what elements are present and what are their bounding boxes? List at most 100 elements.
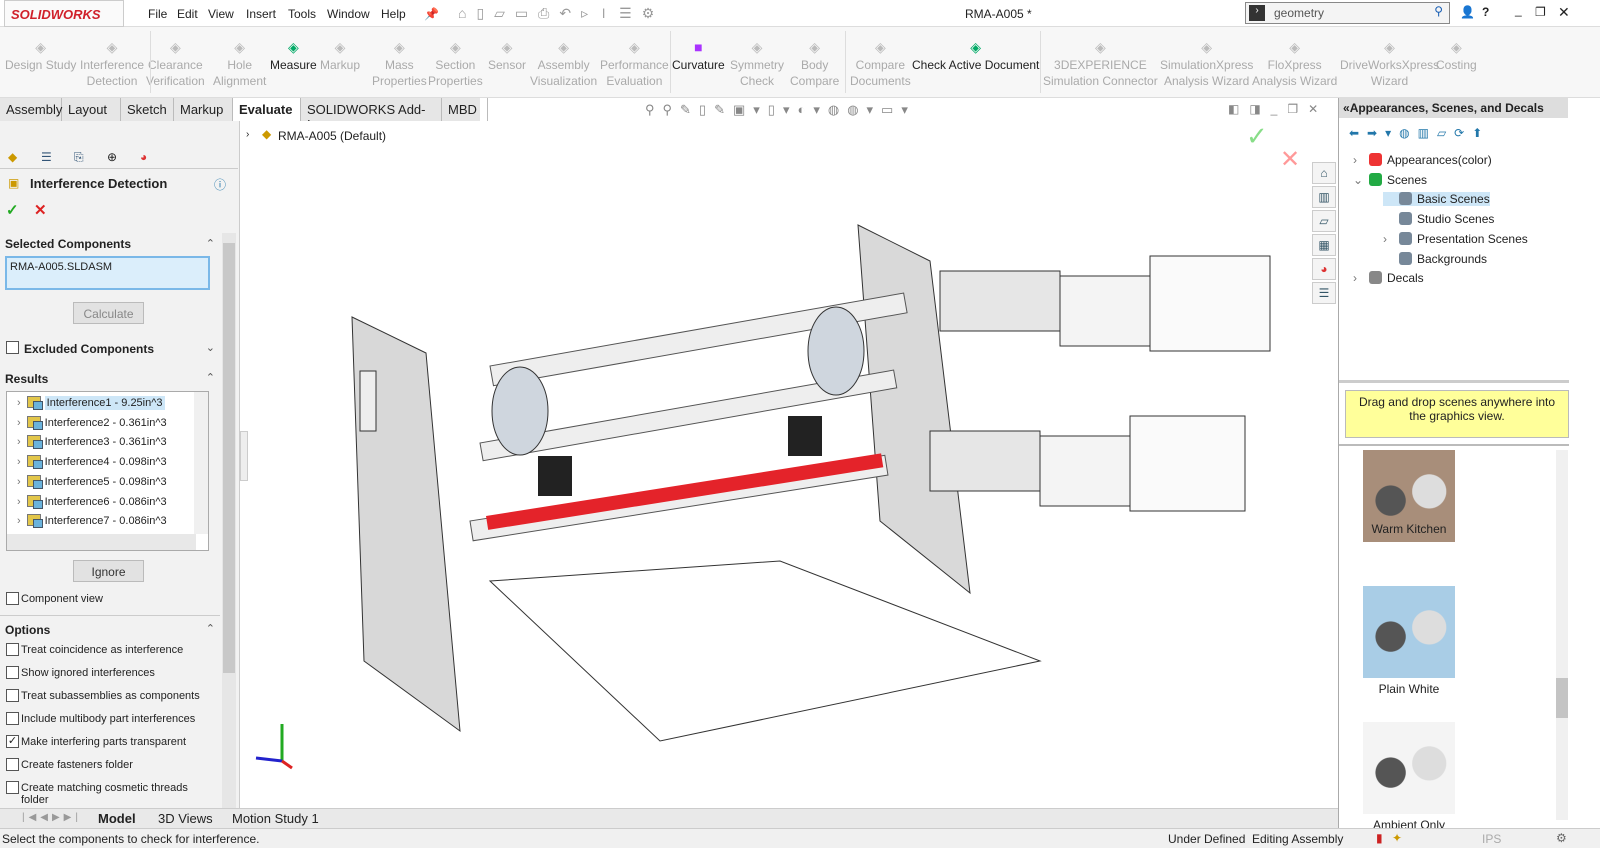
search-icon[interactable]: ⚲ [1434,4,1443,18]
assembly-model[interactable] [240,121,1310,808]
help-icon[interactable]: ⓘ [214,176,226,193]
toolbar-button-compare[interactable]: ◈ Compare Documents [850,39,911,89]
toolbar-button-simulationxpress[interactable]: ◈ SimulationXpress Analysis Wizard [1160,39,1253,89]
component-view-checkbox[interactable] [6,592,19,605]
design-library-icon[interactable]: ▥ [1312,186,1336,208]
result-item[interactable]: › Interference1 - 9.25in^3 [7,393,197,413]
user-icon[interactable]: 👤 [1460,5,1475,19]
panel-scrollbar[interactable] [222,233,236,808]
tab-scroll-arrows[interactable]: |◀◀▶▶| [22,812,82,823]
expand-icon[interactable]: › [17,515,21,527]
customize-icon[interactable]: ⚙ [1556,831,1567,845]
configuration-tab-icon[interactable]: ⎘ [74,150,84,165]
menu-view[interactable]: View [208,7,234,21]
expand-icon[interactable]: › [1353,153,1369,167]
toolbar-button-3dexperience[interactable]: ◈ 3DEXPERIENCE Simulation Connector [1043,39,1158,89]
option-checkbox[interactable] [6,758,19,771]
toolbar-button-floxpress[interactable]: ◈ FloXpress Analysis Wizard [1252,39,1337,89]
expand-icon[interactable]: › [17,397,21,409]
toolbar-button-sensor[interactable]: ◈ Sensor [488,39,526,73]
expand-icon[interactable]: › [17,456,21,468]
toolbar-button-mass[interactable]: ◈ Mass Properties [372,39,427,89]
tab-sketch[interactable]: Sketch [121,98,174,121]
toolbar-button-symmetry[interactable]: ◈ Symmetry Check [730,39,784,89]
property-manager-tab-icon[interactable]: ☰ [41,150,52,164]
toolbar-button-section[interactable]: ◈ Section Properties [428,39,483,89]
selected-component[interactable]: RMA-A005.SLDASM [10,261,112,273]
minimize-button[interactable]: _ [1515,3,1522,17]
tab-markup[interactable]: Markup [174,98,233,121]
tab-evaluate[interactable]: Evaluate [233,98,301,121]
option-checkbox[interactable] [6,689,19,702]
cancel-button[interactable]: ✕ [34,201,47,219]
toolbar-button-hole[interactable]: ◈ Hole Alignment [213,39,266,89]
option-checkbox[interactable] [6,712,19,725]
tree-item-backgrounds[interactable]: Backgrounds [1383,251,1487,266]
tab-model[interactable]: Model [98,811,136,826]
result-item[interactable]: › Interference7 - 0.086in^3 [7,511,197,531]
graphics-area[interactable]: › ◆ RMA-A005 (Default) ✓ ✕ [240,121,1310,808]
menu-help[interactable]: Help [381,7,406,21]
result-item[interactable]: › Interference3 - 0.361in^3 [7,432,197,452]
view-palette-icon[interactable]: ▦ [1312,234,1336,256]
custom-properties-icon[interactable]: ☰ [1312,282,1336,304]
tab-layout[interactable]: Layout [62,98,121,121]
menu-edit[interactable]: Edit [177,7,198,21]
expand-icon[interactable]: ⌄ [206,341,215,354]
scene-thumbnail-2[interactable] [1363,722,1455,814]
panel-splitter[interactable] [240,431,248,481]
restore-button[interactable]: ❐ [1535,5,1546,19]
tree-item-scenes[interactable]: ⌄ Scenes [1353,172,1427,187]
solidworks-logo[interactable]: SOLIDWORKS [4,0,124,27]
collapse-icon[interactable]: ⌃ [206,237,215,250]
option-checkbox[interactable] [6,781,19,794]
tab-solidworks-add-ins[interactable]: SOLIDWORKS Add-Ins [301,98,442,132]
expand-icon[interactable]: › [17,496,21,508]
menu-file[interactable]: File [148,7,167,21]
result-item[interactable]: › Interference2 - 0.361in^3 [7,413,197,433]
toolbar-button-body[interactable]: ◈ Body Compare [790,39,839,89]
collapse-icon[interactable]: ⌃ [206,371,215,384]
tab-assembly[interactable]: Assembly [0,98,62,121]
selected-components-header[interactable]: Selected Components [5,237,131,251]
appearances-icon[interactable]: ◕ [1312,258,1336,280]
pin-icon[interactable]: 📌 [424,7,439,21]
tree-item-appearances-color-[interactable]: › Appearances(color) [1353,153,1492,167]
excluded-components-checkbox[interactable] [6,341,19,354]
results-hscrollbar[interactable] [7,534,196,550]
result-item[interactable]: › Interference4 - 0.098in^3 [7,452,197,472]
toolbar-button-performance[interactable]: ◈ Performance Evaluation [600,39,669,89]
tab-mbd[interactable]: MBD [442,98,488,121]
toolbar-button-clearance[interactable]: ◈ Clearance Verification [146,39,205,89]
file-explorer-icon[interactable]: ▱ [1312,210,1336,232]
toolbar-button-assembly[interactable]: ◈ Assembly Visualization [530,39,597,89]
rebuild-icon[interactable]: ▮ [1376,831,1383,845]
viewport-window-controls[interactable]: ◧◨_❐✕ [1228,102,1328,116]
option-checkbox[interactable] [6,643,19,656]
divider[interactable] [1339,380,1569,383]
expand-icon[interactable]: › [1353,271,1369,285]
ok-button[interactable]: ✓ [6,201,19,219]
display-manager-tab-icon[interactable]: ◕ [140,150,147,164]
tree-item-studio-scenes[interactable]: Studio Scenes [1383,212,1494,226]
dimxpert-tab-icon[interactable]: ⊕ [107,150,117,164]
results-list[interactable]: › Interference1 - 9.25in^3 › Interference2 … [6,391,209,551]
expand-icon[interactable]: › [17,417,21,429]
menu-window[interactable]: Window [327,7,370,21]
collaboration-icon[interactable]: ✦ [1392,831,1402,845]
toolbar-button-interference[interactable]: ◈ Interference Detection [80,39,144,89]
divider[interactable] [1339,444,1569,446]
options-header[interactable]: Options [5,623,50,637]
toolbar-button-costing[interactable]: ◈ Costing [1436,39,1477,73]
toolbar-button-check-active-document[interactable]: ◈ Check Active Document [912,39,1039,73]
search-input[interactable]: › geometry ⚲ [1245,2,1450,24]
quick-access-icons[interactable]: ⌂▯▱▭⎙↶▹⏽☰⚙ [458,5,664,22]
help-icon[interactable]: ? [1482,5,1489,19]
tree-item-basic-scenes[interactable]: Basic Scenes [1383,192,1490,207]
toolbar-button-curvature[interactable]: ■ Curvature [672,39,725,73]
task-pane-scrollbar[interactable] [1556,450,1568,820]
collapse-icon[interactable]: ⌃ [206,622,215,635]
tree-item-presentation-scenes[interactable]: › Presentation Scenes [1383,231,1528,246]
scene-label[interactable]: Warm Kitchen [1339,522,1479,536]
toolbar-button-markup[interactable]: ◈ Markup [320,39,360,73]
